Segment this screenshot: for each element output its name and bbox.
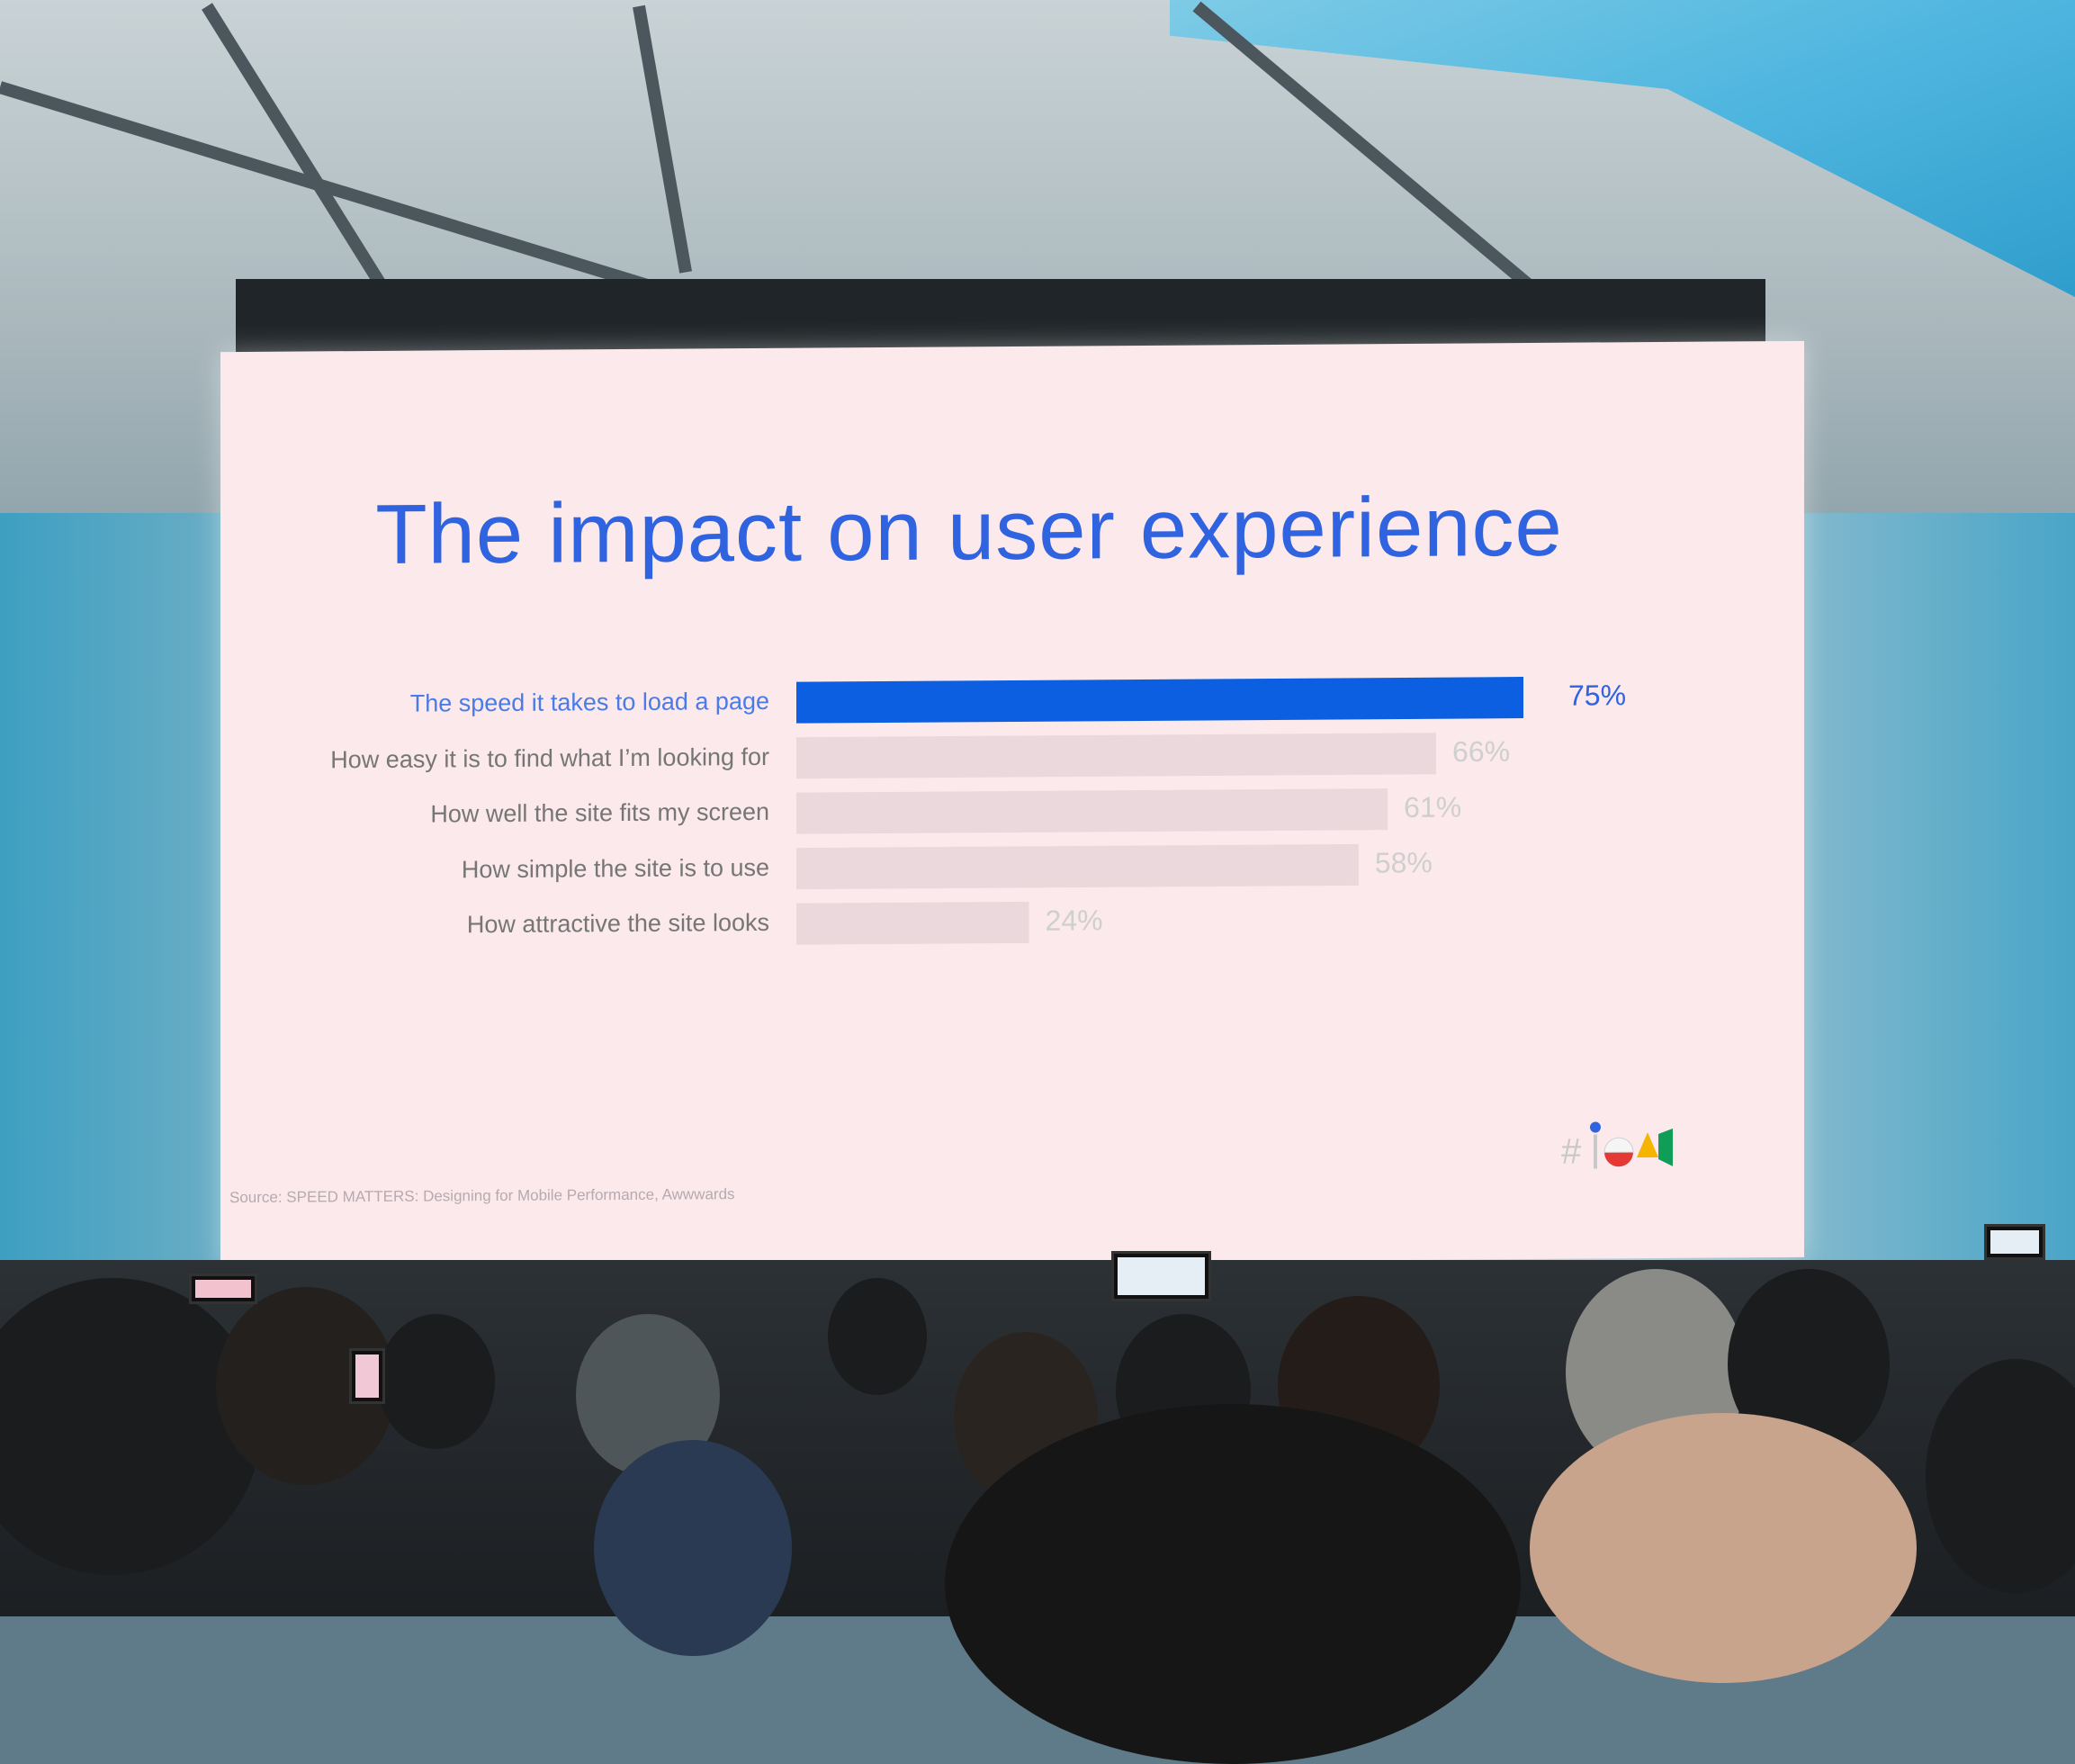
audience-head	[1926, 1359, 2075, 1593]
phone	[189, 1274, 257, 1304]
bar	[796, 733, 1437, 779]
audience-head	[828, 1278, 927, 1395]
audience-head	[945, 1404, 1521, 1764]
phone-screen	[355, 1354, 379, 1398]
phone-screen	[195, 1280, 251, 1298]
bar	[796, 677, 1523, 724]
phone	[1984, 1224, 2045, 1260]
bar	[796, 843, 1359, 890]
svg-text:#: #	[1561, 1132, 1582, 1172]
audience-head	[0, 1278, 261, 1575]
audience	[0, 1260, 2075, 1764]
value-label: 58%	[1375, 846, 1433, 878]
audience-head	[594, 1440, 792, 1656]
audience-head	[1530, 1413, 1917, 1683]
value-label: 66%	[1452, 735, 1510, 768]
projection-screen: The impact on user experience The speed …	[220, 340, 1804, 1269]
source-note: Source: SPEED MATTERS: Designing for Mob…	[229, 1185, 735, 1207]
phone	[1111, 1251, 1211, 1301]
phone-screen	[1118, 1257, 1205, 1295]
bar	[796, 901, 1029, 945]
value-label: 75%	[1568, 679, 1626, 711]
phone-screen	[1990, 1230, 2039, 1254]
value-label: 61%	[1404, 791, 1461, 824]
phone	[349, 1348, 385, 1404]
audience-head	[378, 1314, 495, 1449]
google-io-logo-icon: #	[1561, 1121, 1673, 1172]
bar	[796, 788, 1388, 834]
value-label: 24%	[1046, 904, 1103, 936]
